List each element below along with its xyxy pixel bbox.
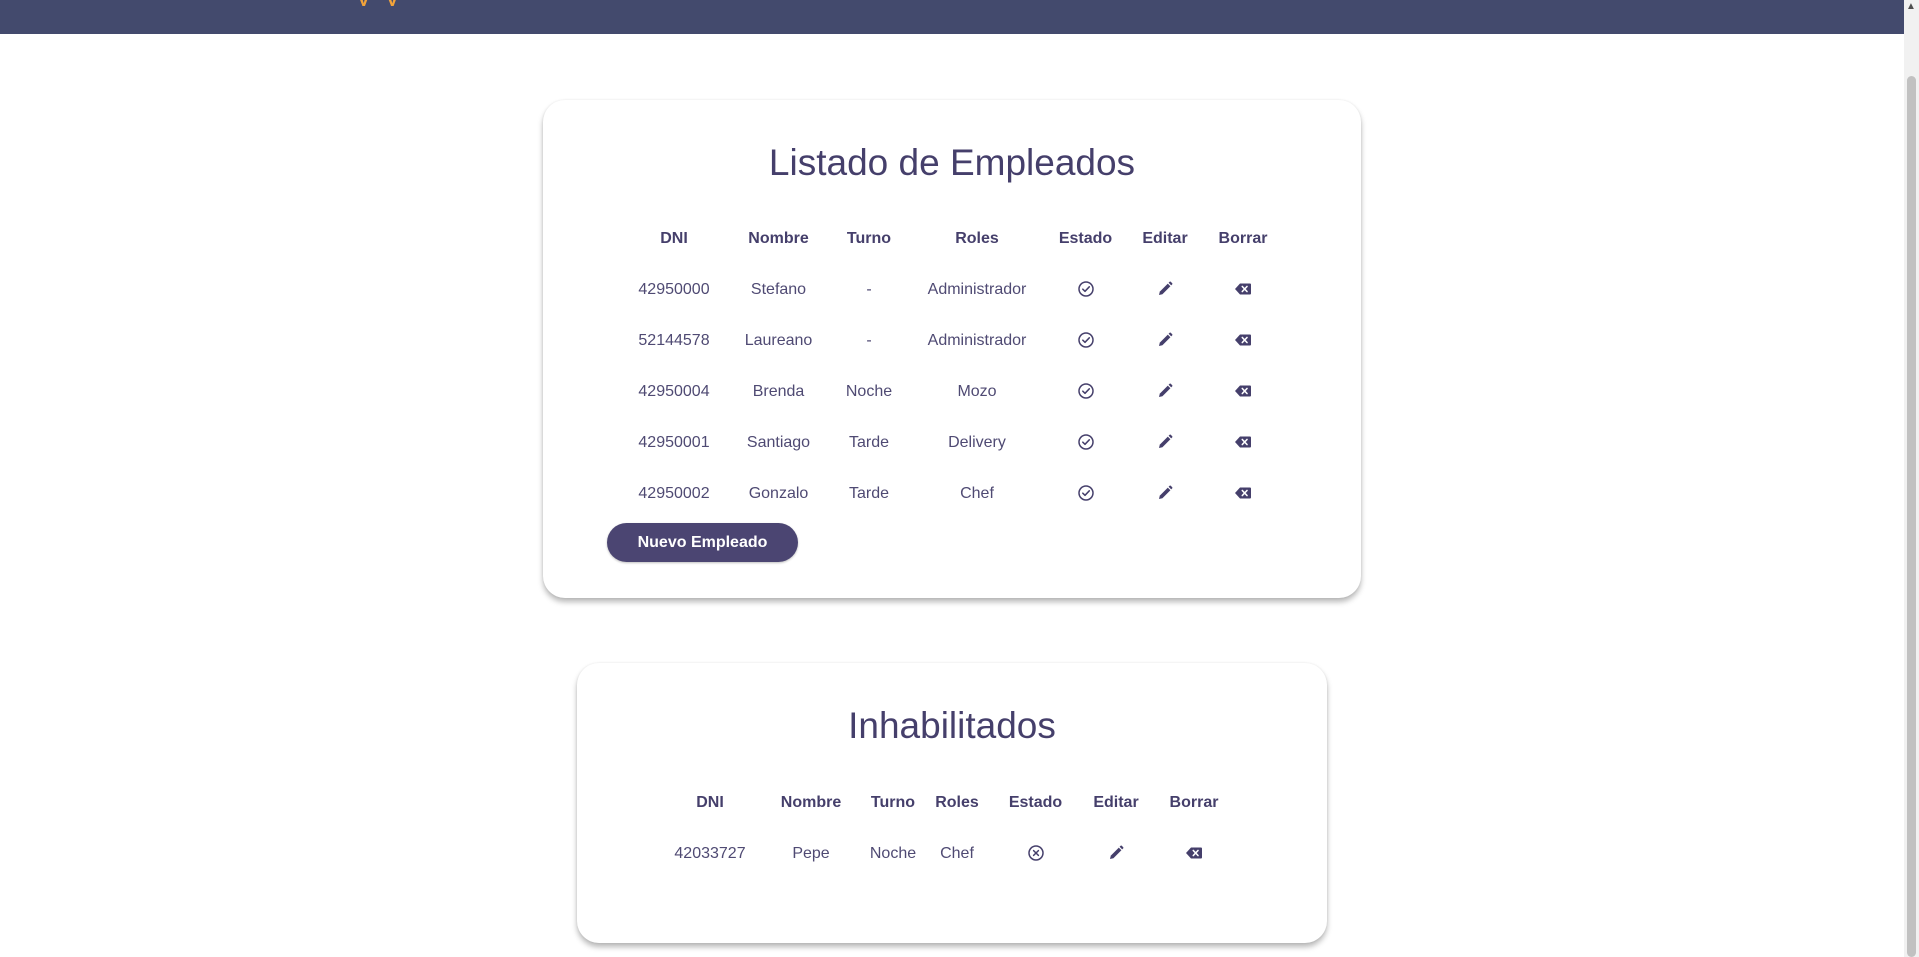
brand-logo[interactable]: y y (358, 0, 404, 6)
backspace-icon[interactable] (1185, 844, 1203, 862)
cell-roles: Administrador (927, 280, 1027, 298)
cell-borrar (1206, 417, 1280, 468)
cell-dni: 42033727 (674, 844, 746, 862)
cell-turno: Tarde (848, 433, 890, 451)
check-circle-icon (1077, 383, 1094, 400)
top-navbar: y y (0, 0, 1904, 34)
cell-editar (1124, 417, 1206, 468)
table-row: 42033727 Pepe Noche Chef (657, 828, 1240, 879)
column-header-turno: Turno (870, 793, 916, 811)
backspace-icon[interactable] (1234, 331, 1252, 349)
table-row: 42950002 Gonzalo Tarde Chef (622, 468, 1280, 519)
column-header-borrar: Borrar (1218, 229, 1268, 247)
cell-turno: Tarde (848, 484, 890, 502)
backspace-icon[interactable] (1234, 433, 1252, 451)
cell-borrar (1206, 315, 1280, 366)
cell-roles: Chef (940, 844, 974, 862)
cell-dni: 42950001 (638, 433, 710, 451)
column-header-dni: DNI (696, 793, 724, 811)
cell-borrar (1206, 468, 1280, 519)
cell-roles: Delivery (948, 433, 1006, 451)
cell-borrar (1206, 366, 1280, 417)
column-header-roles: Roles (935, 793, 979, 811)
table-row: 42950001 Santiago Tarde Delivery (622, 417, 1280, 468)
cell-nombre: Laureano (744, 331, 813, 349)
column-header-nombre: Nombre (780, 793, 842, 811)
cell-turno: Noche (869, 844, 917, 862)
table-header-row: DNI Nombre Turno Roles Estado Editar Bor… (657, 777, 1240, 828)
cell-borrar (1148, 828, 1240, 879)
cell-editar (1124, 366, 1206, 417)
cell-editar (1124, 264, 1206, 315)
cell-turno: - (866, 331, 872, 349)
cell-nombre: Gonzalo (748, 484, 809, 502)
table-header-row: DNI Nombre Turno Roles Estado Editar Bor… (622, 213, 1280, 264)
cell-editar (1124, 315, 1206, 366)
pencil-icon[interactable] (1156, 280, 1174, 298)
cell-dni: 52144578 (638, 331, 710, 349)
column-header-dni: DNI (660, 229, 688, 247)
pencil-icon[interactable] (1156, 331, 1174, 349)
cell-nombre: Stefano (750, 280, 807, 298)
cell-roles: Administrador (927, 331, 1027, 349)
cell-editar (1124, 468, 1206, 519)
column-header-turno: Turno (846, 229, 892, 247)
cell-roles: Mozo (957, 382, 997, 400)
cell-turno: Noche (845, 382, 893, 400)
cell-nombre: Pepe (792, 844, 830, 862)
cell-borrar (1206, 264, 1280, 315)
cell-dni: 42950004 (638, 382, 710, 400)
table-row: 42950000 Stefano - Administrador (622, 264, 1280, 315)
x-circle-icon (1027, 845, 1044, 862)
table-row: 42950004 Brenda Noche Mozo (622, 366, 1280, 417)
cell-estado (1047, 315, 1124, 366)
check-circle-icon (1077, 434, 1094, 451)
column-header-editar: Editar (1093, 793, 1139, 811)
check-circle-icon (1077, 485, 1094, 502)
backspace-icon[interactable] (1234, 280, 1252, 298)
column-header-borrar: Borrar (1169, 793, 1219, 811)
table-row: 52144578 Laureano - Administrador (622, 315, 1280, 366)
cell-nombre: Santiago (746, 433, 811, 451)
scrollbar-thumb[interactable] (1907, 76, 1916, 957)
pencil-icon[interactable] (1107, 844, 1125, 862)
cell-nombre: Brenda (752, 382, 805, 400)
cell-estado (987, 828, 1084, 879)
page-scrollbar[interactable]: ▲ (1904, 0, 1919, 957)
employees-title: Listado de Empleados (768, 142, 1136, 183)
column-header-nombre: Nombre (748, 229, 809, 247)
check-circle-icon (1077, 281, 1094, 298)
check-circle-icon (1077, 332, 1094, 349)
cell-estado (1047, 468, 1124, 519)
disabled-employees-table: DNI Nombre Turno Roles Estado Editar Bor… (657, 777, 1240, 879)
cell-dni: 42950000 (638, 280, 710, 298)
cell-dni: 42950002 (638, 484, 710, 502)
column-header-estado: Estado (1058, 229, 1113, 247)
pencil-icon[interactable] (1156, 382, 1174, 400)
pencil-icon[interactable] (1156, 484, 1174, 502)
cell-estado (1047, 366, 1124, 417)
pencil-icon[interactable] (1156, 433, 1174, 451)
backspace-icon[interactable] (1234, 484, 1252, 502)
cell-estado (1047, 417, 1124, 468)
new-employee-button[interactable]: Nuevo Empleado (607, 523, 798, 562)
cell-editar (1084, 828, 1148, 879)
backspace-icon[interactable] (1234, 382, 1252, 400)
disabled-title: Inhabilitados (848, 705, 1056, 746)
column-header-roles: Roles (955, 229, 999, 247)
employees-table: DNI Nombre Turno Roles Estado Editar Bor… (622, 213, 1280, 519)
cell-estado (1047, 264, 1124, 315)
scroll-up-icon[interactable]: ▲ (1906, 2, 1916, 12)
cell-roles: Chef (960, 484, 994, 502)
cell-turno: - (866, 280, 872, 298)
column-header-estado: Estado (1008, 793, 1063, 811)
column-header-editar: Editar (1142, 229, 1188, 247)
